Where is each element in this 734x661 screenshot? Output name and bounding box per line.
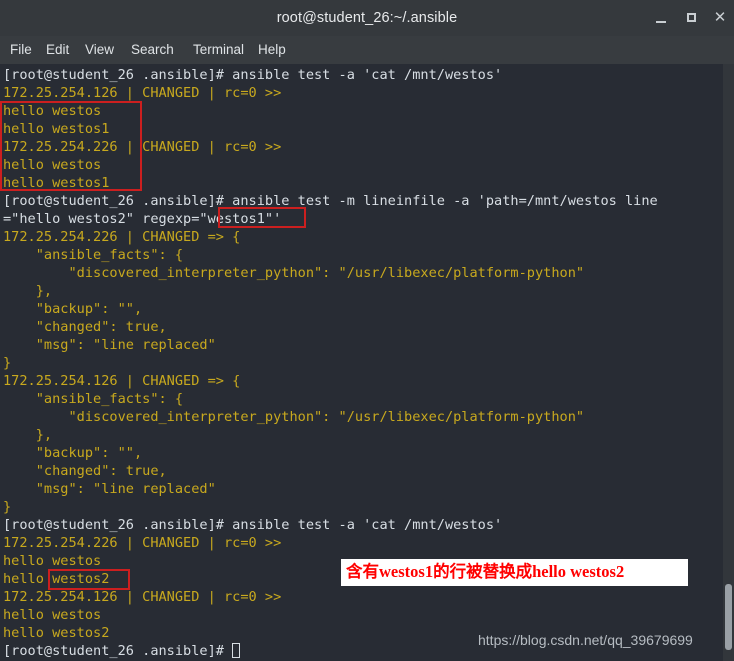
- menu-bar: File Edit View Search Terminal Help: [0, 36, 734, 65]
- terminal-line: "backup": "",: [3, 444, 729, 462]
- terminal-line: }: [3, 498, 729, 516]
- terminal-line-text: hello westos2: [3, 625, 110, 641]
- terminal-line: [root@student_26 .ansible]# ansible test…: [3, 516, 729, 534]
- terminal-line: [root@student_26 .ansible]# ansible test…: [3, 66, 729, 84]
- menu-item-file[interactable]: File: [10, 36, 32, 64]
- window-titlebar: root@student_26:~/.ansible ✕: [0, 0, 734, 37]
- terminal-line-text: "discovered_interpreter_python": "/usr/l…: [3, 265, 585, 281]
- terminal-line-text: [root@student_26 .ansible]# ansible test…: [3, 193, 658, 209]
- terminal-line: ="hello westos2" regexp="westos1"': [3, 210, 729, 228]
- terminal-line-text: }: [3, 499, 12, 515]
- terminal-line-text: "changed": true,: [3, 319, 167, 335]
- terminal-line-text: 172.25.254.226 | CHANGED | rc=0 >>: [3, 139, 282, 155]
- terminal-window: root@student_26:~/.ansible ✕ File Edit Vie…: [0, 0, 734, 661]
- terminal-line-text: "discovered_interpreter_python": "/usr/l…: [3, 409, 585, 425]
- terminal-line: 172.25.254.226 | CHANGED | rc=0 >>: [3, 534, 729, 552]
- terminal-line-text: 172.25.254.126 | CHANGED => {: [3, 373, 241, 389]
- terminal-line: },: [3, 426, 729, 444]
- maximize-icon: [686, 13, 696, 22]
- terminal-line-text: "ansible_facts": {: [3, 391, 184, 407]
- terminal-line-text: "changed": true,: [3, 463, 167, 479]
- window-title: root@student_26:~/.ansible: [276, 10, 458, 26]
- terminal-line: hello westos: [3, 606, 729, 624]
- maximize-button[interactable]: [681, 8, 701, 28]
- annotation-caption: 含有westos1的行被替换成hello westos2: [341, 559, 688, 586]
- terminal-line: [root@student_26 .ansible]# ansible test…: [3, 192, 729, 210]
- scrollbar-thumb[interactable]: [725, 584, 732, 650]
- terminal-line: "changed": true,: [3, 462, 729, 480]
- terminal-line: }: [3, 354, 729, 372]
- menu-item-terminal[interactable]: Terminal: [193, 36, 244, 64]
- terminal-line: },: [3, 282, 729, 300]
- terminal-line: "ansible_facts": {: [3, 246, 729, 264]
- terminal-line-text: hello westos: [3, 157, 102, 173]
- terminal-cursor: [232, 643, 241, 658]
- terminal-line-text: 172.25.254.226 | CHANGED | rc=0 >>: [3, 535, 282, 551]
- terminal-line-text: 172.25.254.126 | CHANGED | rc=0 >>: [3, 85, 282, 101]
- scrollbar-track[interactable]: [723, 64, 734, 661]
- terminal-line-text: },: [3, 427, 53, 443]
- close-icon: ✕: [713, 9, 727, 26]
- terminal-line-text: hello westos: [3, 607, 102, 623]
- terminal-line: 172.25.254.226 | CHANGED | rc=0 >>: [3, 138, 729, 156]
- terminal-line-text: 172.25.254.226 | CHANGED => {: [3, 229, 241, 245]
- terminal-line: "changed": true,: [3, 318, 729, 336]
- terminal-line-text: "msg": "line replaced": [3, 481, 216, 497]
- menu-item-help[interactable]: Help: [258, 36, 286, 64]
- terminal-line-text: [root@student_26 .ansible]#: [3, 643, 233, 659]
- minimize-icon: [656, 21, 666, 23]
- terminal-line: "msg": "line replaced": [3, 480, 729, 498]
- terminal-line-text: ="hello westos2" regexp="westos1"': [3, 211, 282, 227]
- watermark-text: https://blog.csdn.net/qq_39679699: [478, 632, 693, 648]
- terminal-line-text: }: [3, 355, 12, 371]
- terminal-line: "backup": "",: [3, 300, 729, 318]
- minimize-button[interactable]: [651, 8, 671, 28]
- menu-item-edit[interactable]: Edit: [46, 36, 69, 64]
- terminal-line: hello westos: [3, 102, 729, 120]
- terminal-line-text: "ansible_facts": {: [3, 247, 184, 263]
- terminal-line-text: hello westos1: [3, 175, 110, 191]
- terminal-line-text: hello westos1: [3, 121, 110, 137]
- terminal-line: "discovered_interpreter_python": "/usr/l…: [3, 408, 729, 426]
- menu-item-search[interactable]: Search: [131, 36, 174, 64]
- terminal-line: 172.25.254.126 | CHANGED => {: [3, 372, 729, 390]
- terminal-line: "discovered_interpreter_python": "/usr/l…: [3, 264, 729, 282]
- terminal-line-text: "backup": "",: [3, 301, 143, 317]
- terminal-line: hello westos1: [3, 174, 729, 192]
- terminal-line-text: hello westos: [3, 103, 102, 119]
- terminal-line: hello westos1: [3, 120, 729, 138]
- terminal-line-text: "backup": "",: [3, 445, 143, 461]
- terminal-line: 172.25.254.126 | CHANGED | rc=0 >>: [3, 588, 729, 606]
- menu-item-view[interactable]: View: [85, 36, 114, 64]
- terminal-line-text: },: [3, 283, 53, 299]
- terminal-line: "ansible_facts": {: [3, 390, 729, 408]
- terminal-line-text: hello westos: [3, 553, 102, 569]
- terminal-line: 172.25.254.126 | CHANGED | rc=0 >>: [3, 84, 729, 102]
- terminal-line: hello westos: [3, 156, 729, 174]
- terminal-line: "msg": "line replaced": [3, 336, 729, 354]
- close-button[interactable]: ✕: [710, 8, 730, 28]
- terminal-line-text: 172.25.254.126 | CHANGED | rc=0 >>: [3, 589, 282, 605]
- terminal-line-text: "msg": "line replaced": [3, 337, 216, 353]
- terminal-line-text: [root@student_26 .ansible]# ansible test…: [3, 517, 503, 533]
- terminal-line-text: hello westos2: [3, 571, 110, 587]
- terminal-line-text: [root@student_26 .ansible]# ansible test…: [3, 67, 503, 83]
- terminal-line: 172.25.254.226 | CHANGED => {: [3, 228, 729, 246]
